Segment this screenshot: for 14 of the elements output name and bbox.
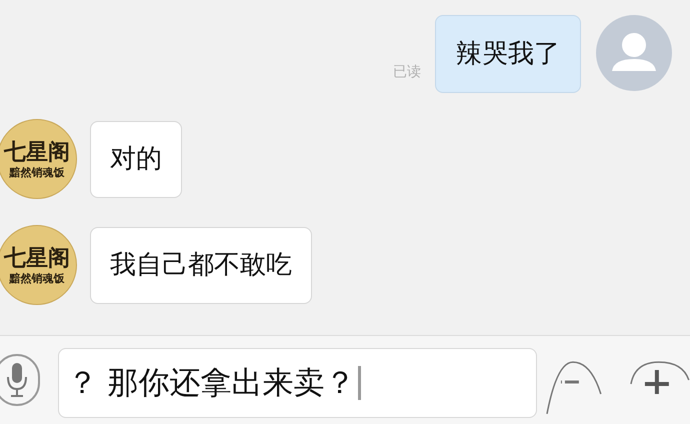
- message-input-field[interactable]: ？ 那你还拿出来卖？: [58, 348, 538, 418]
- message-bubble: 我自己都不敢吃: [90, 227, 312, 304]
- user-avatar-icon: [596, 15, 672, 91]
- avatar-logo-text: 七星阁: [4, 246, 70, 268]
- text-cursor: [358, 366, 361, 400]
- message-bubble: 辣哭我了: [435, 15, 581, 93]
- read-status: 已读: [393, 63, 421, 82]
- avatar-tagline: 黯然销魂饭: [10, 272, 64, 284]
- input-text: ？ 那你还拿出来卖？: [66, 364, 356, 403]
- microphone-button[interactable]: [0, 354, 40, 406]
- message-bubble: 对的: [90, 121, 182, 198]
- microphone-icon: [6, 362, 28, 398]
- avatar-logo-text: 七星阁: [4, 140, 70, 162]
- avatar-tagline: 黯然销魂饭: [10, 166, 64, 178]
